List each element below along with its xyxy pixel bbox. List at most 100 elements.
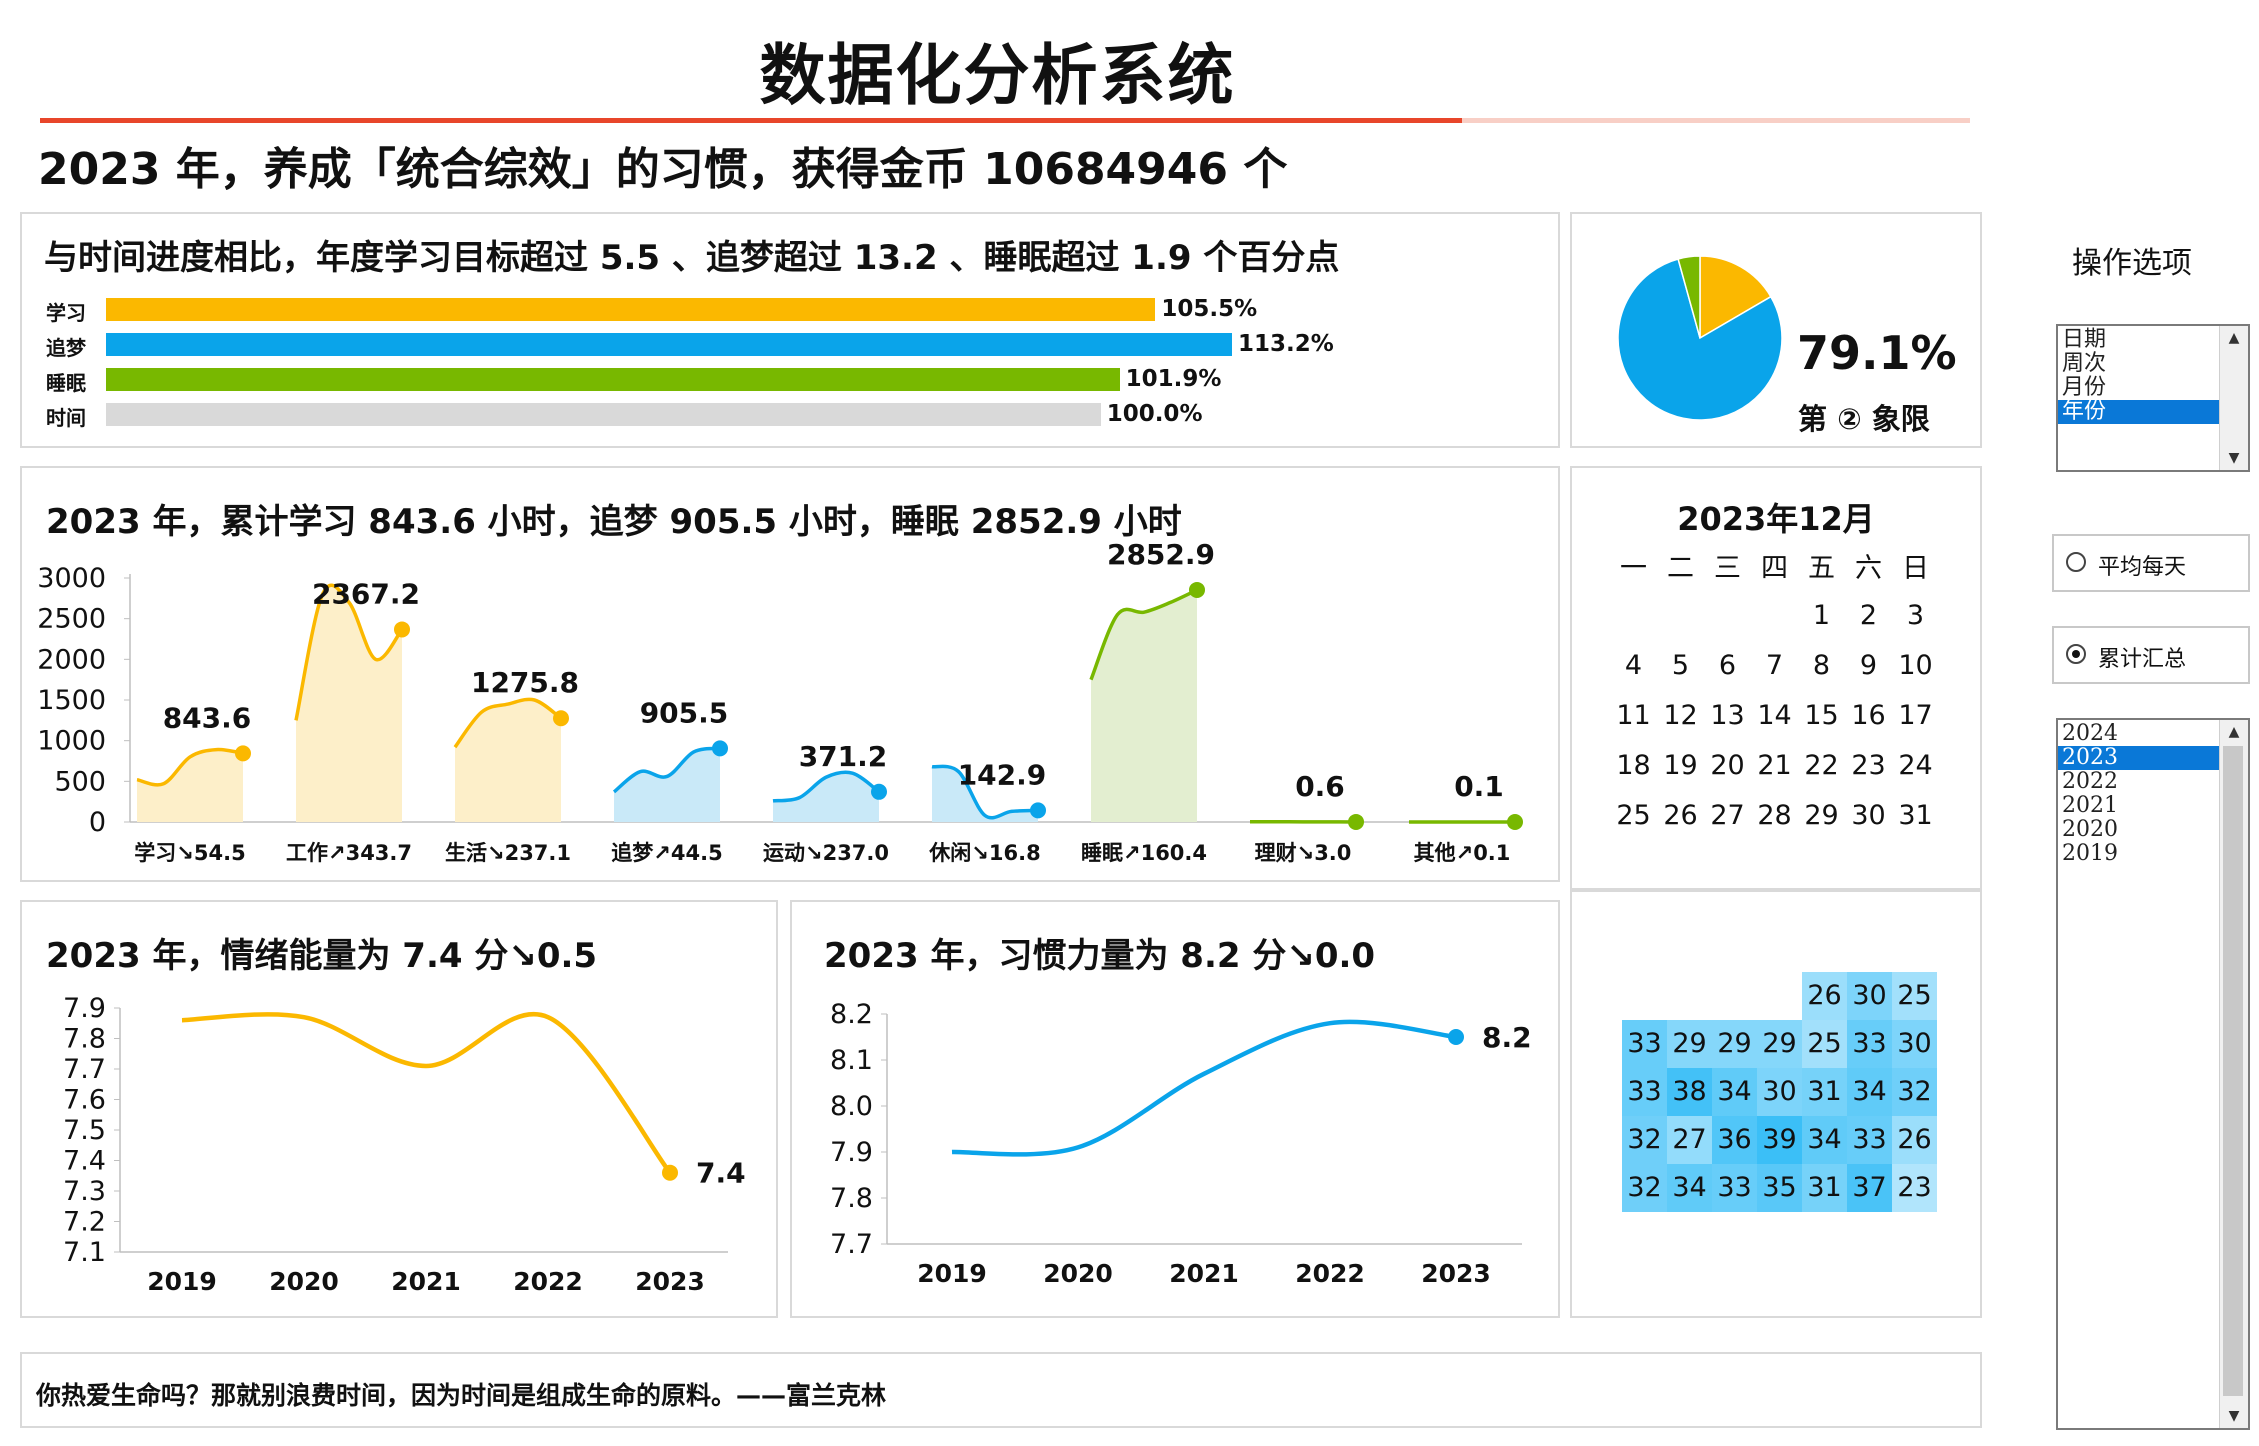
heatmap-cell: 26: [1892, 1116, 1937, 1164]
calendar-day[interactable]: 24: [1892, 740, 1939, 790]
y-tick-label: 1500: [37, 685, 106, 716]
period-option[interactable]: 年份: [2058, 400, 2220, 424]
calendar-day[interactable]: 2: [1845, 590, 1892, 640]
calendar-day[interactable]: 22: [1798, 740, 1845, 790]
calendar-day[interactable]: 6: [1704, 640, 1751, 690]
series-line: [951, 1019, 1457, 1157]
x-tick-label: 2020: [269, 1267, 339, 1296]
hours-panel: 2023 年，累计学习 843.6 小时，追梦 905.5 小时，睡眠 2852…: [20, 466, 1560, 882]
title-underline-accent: [40, 118, 1462, 123]
period-listbox[interactable]: 日期 周次 月份 年份 ▲ ▼: [2056, 324, 2250, 472]
emotion-panel: 2023 年，情绪能量为 7.4 分↘0.5 7.1 7.2 7.3 7.4 7.5 7.…: [20, 900, 778, 1318]
headline: 2023 年，养成「统合综效」的习惯，获得金币 10684946 个: [38, 144, 1288, 195]
calendar-day[interactable]: 20: [1704, 740, 1751, 790]
scroll-up-icon[interactable]: ▲: [2220, 720, 2248, 744]
heatmap-cell: 32: [1892, 1068, 1937, 1116]
end-value-label: 7.4: [696, 1157, 746, 1190]
calendar-day[interactable]: 4: [1610, 640, 1657, 690]
calendar-weekday: 日: [1902, 552, 1929, 584]
calendar-day[interactable]: 5: [1657, 640, 1704, 690]
calendar-day[interactable]: 1: [1798, 590, 1845, 640]
calendar-day[interactable]: 19: [1657, 740, 1704, 790]
calendar-day[interactable]: 23: [1845, 740, 1892, 790]
y-tick-label: 8.2: [830, 999, 873, 1030]
category-label: 运动↘237.0: [763, 841, 889, 865]
area-fill: [455, 699, 561, 822]
heatmap-cell: 33: [1712, 1164, 1757, 1212]
period-scrollbar[interactable]: ▲ ▼: [2219, 326, 2248, 470]
calendar-day[interactable]: 28: [1751, 790, 1798, 840]
heatmap-cell: 30: [1847, 972, 1892, 1020]
category-label: 学习↘54.5: [134, 841, 245, 865]
calendar-day[interactable]: 14: [1751, 690, 1798, 740]
year-option[interactable]: 2023: [2058, 746, 2220, 770]
heatmap-cell: 34: [1847, 1068, 1892, 1116]
calendar-day[interactable]: 29: [1798, 790, 1845, 840]
heatmap-cell: 34: [1712, 1068, 1757, 1116]
y-tick-label: 0: [89, 807, 106, 838]
calendar-day[interactable]: 16: [1845, 690, 1892, 740]
heatmap-cell: 32: [1622, 1116, 1667, 1164]
pie-percent: 79.1%: [1797, 326, 1957, 380]
radio-cumulative[interactable]: 累计汇总: [2052, 626, 2250, 684]
category-label: 追梦↗44.5: [611, 841, 722, 865]
calendar-day[interactable]: 27: [1704, 790, 1751, 840]
heatmap-cell: 36: [1712, 1116, 1757, 1164]
category-label: 生活↘237.1: [445, 841, 571, 865]
calendar-day[interactable]: 31: [1892, 790, 1939, 840]
calendar-day[interactable]: 13: [1704, 690, 1751, 740]
series-end-marker: [662, 1164, 678, 1181]
heatmap-cell: 34: [1667, 1164, 1712, 1212]
calendar-weekday: 四: [1761, 552, 1788, 584]
calendar-week-row: 18 19 20 21 22 23 24: [1610, 740, 1939, 790]
calendar-day[interactable]: 26: [1657, 790, 1704, 840]
x-tick-label: 2022: [513, 1267, 583, 1296]
y-tick-label: 3000: [37, 563, 106, 594]
calendar-weekday: 六: [1855, 552, 1882, 584]
bar-value-label: 101.9%: [1125, 366, 1222, 392]
progress-bar: [106, 333, 1232, 356]
scroll-thumb[interactable]: [2223, 746, 2243, 1396]
series-end-marker: [1348, 813, 1364, 830]
radio-average-daily-icon[interactable]: [2066, 552, 2086, 572]
calendar-day[interactable]: 18: [1610, 740, 1657, 790]
calendar-day[interactable]: 10: [1892, 640, 1939, 690]
calendar-day[interactable]: 9: [1845, 640, 1892, 690]
heatmap-cell: 27: [1667, 1116, 1712, 1164]
calendar-day[interactable]: 17: [1892, 690, 1939, 740]
calendar-day[interactable]: 12: [1657, 690, 1704, 740]
progress-bar: [106, 298, 1156, 321]
y-tick-label: 7.2: [63, 1207, 106, 1238]
radio-cumulative-icon[interactable]: [2066, 644, 2086, 664]
calendar-day: [1751, 590, 1798, 640]
series-value-label: 142.9: [958, 758, 1047, 791]
bar-label: 学习: [46, 301, 86, 325]
calendar-day[interactable]: 7: [1751, 640, 1798, 690]
year-scrollbar[interactable]: ▲ ▼: [2219, 720, 2248, 1428]
y-tick-label: 7.4: [63, 1146, 106, 1177]
end-value-label: 8.2: [1482, 1021, 1532, 1054]
calendar-day[interactable]: 15: [1798, 690, 1845, 740]
series-value-label: 2367.2: [312, 577, 420, 610]
series-value-label: 1275.8: [471, 666, 579, 699]
heatmap-cell: 38: [1667, 1068, 1712, 1116]
calendar-day: [1704, 590, 1751, 640]
year-listbox[interactable]: 2024 2023 2022 2021 2020 2019 ▲ ▼: [2056, 718, 2250, 1430]
area-fill: [1091, 589, 1197, 822]
pie-panel: 79.1% 第 ② 象限: [1570, 212, 1982, 448]
calendar-day[interactable]: 8: [1798, 640, 1845, 690]
scroll-down-icon[interactable]: ▼: [2220, 446, 2248, 470]
radio-average-daily[interactable]: 平均每天: [2052, 534, 2250, 592]
scroll-up-icon[interactable]: ▲: [2220, 326, 2248, 350]
calendar-day[interactable]: 21: [1751, 740, 1798, 790]
heatmap-cell: 25: [1802, 1020, 1847, 1068]
x-tick-label: 2022: [1295, 1259, 1365, 1288]
calendar-weekday: 五: [1808, 552, 1835, 584]
calendar-day[interactable]: 30: [1845, 790, 1892, 840]
y-tick-label: 7.9: [830, 1137, 873, 1168]
calendar-day[interactable]: 11: [1610, 690, 1657, 740]
calendar-day[interactable]: 25: [1610, 790, 1657, 840]
calendar-day[interactable]: 3: [1892, 590, 1939, 640]
scroll-down-icon[interactable]: ▼: [2220, 1404, 2248, 1428]
radio-average-daily-label: 平均每天: [2098, 555, 2187, 580]
